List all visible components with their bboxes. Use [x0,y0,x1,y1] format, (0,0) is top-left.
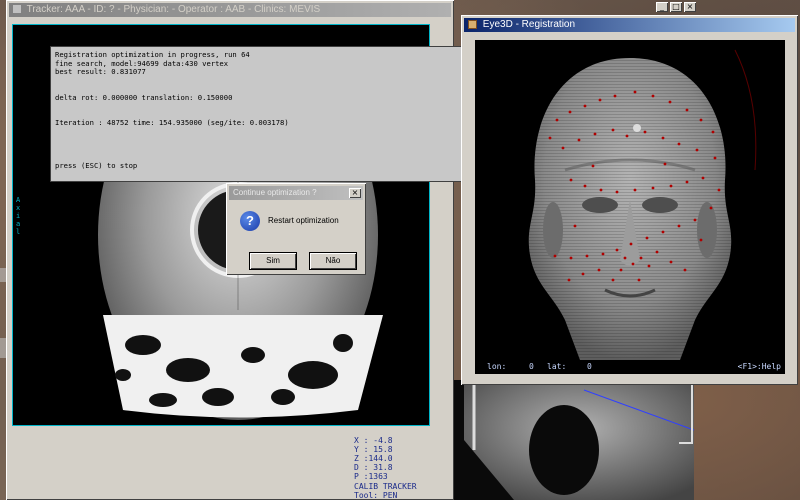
tracker-window-controls: _ □ × [656,2,798,12]
eye3d-status-bar: lon: 0 lat: 0 <F1>:Help [475,360,785,374]
coord-p: P :1363 [354,472,388,481]
coord-y: Y : 15.8 [354,445,393,454]
head-model-render [528,49,757,360]
calib-label: CALIB TRACKER [354,482,417,491]
background-ct-window [454,380,694,500]
dialog-title: Continue optimization ? [233,188,317,197]
close-button[interactable]: × [684,2,696,12]
coordinate-readout: X : -4.8 Y : 15.8 Z :144.0 D : 31.8 P :1… [354,436,393,481]
log-line: delta rot: 0.000000 translation: 0.15000… [55,92,233,102]
background-ct-border [679,380,693,444]
calib-status: CALIB TRACKER Tool: PEN [354,482,417,500]
coord-d: D : 31.8 [354,463,393,472]
view-side-label: Axial [16,196,21,236]
tracker-titlebar[interactable]: Tracker: AAA - ID: ? - Physician: - Oper… [9,3,451,17]
lon-value: 0 [529,362,534,371]
maximize-button[interactable]: □ [670,2,682,12]
dialog-close-button[interactable]: × [349,188,361,198]
tracker-title: Tracker: AAA - ID: ? - Physician: - Oper… [26,4,321,15]
coord-z: Z :144.0 [354,454,393,463]
eye3d-viewport[interactable] [475,40,785,360]
log-line: Iteration : 48752 time: 154.935000 (seg/… [55,118,289,127]
dialog-message: Restart optimization [268,216,339,225]
continue-dialog: Continue optimization ? × ? Restart opti… [226,183,366,275]
log-line: press (ESC) to stop [55,160,138,170]
no-button[interactable]: Não [310,253,356,269]
window-icon [13,5,21,14]
yes-button[interactable]: Sim [250,253,296,269]
eye3d-app-icon [468,19,477,29]
minimize-button[interactable]: _ [656,2,668,12]
lat-label: lat: [547,362,567,371]
question-icon: ? [240,211,260,231]
eye3d-titlebar[interactable]: Eye3D - Registration [464,18,795,32]
dialog-titlebar[interactable]: Continue optimization ? [229,186,363,200]
eye3d-title: Eye3D - Registration [482,19,576,30]
background-ct-image [464,380,694,500]
lon-label: lon: [487,362,507,371]
log-line: best result: 0.831077 [55,67,146,76]
coord-x: X : -4.8 [354,436,393,445]
eye3d-window: Eye3D - Registration lon: 0 lat: 0 <F1>:… [461,15,798,385]
help-hint: <F1>:Help [737,362,781,371]
log-panel: Registration optimization in progress, r… [50,46,464,182]
lat-value: 0 [587,362,592,371]
tool-label: Tool: PEN [354,491,398,500]
